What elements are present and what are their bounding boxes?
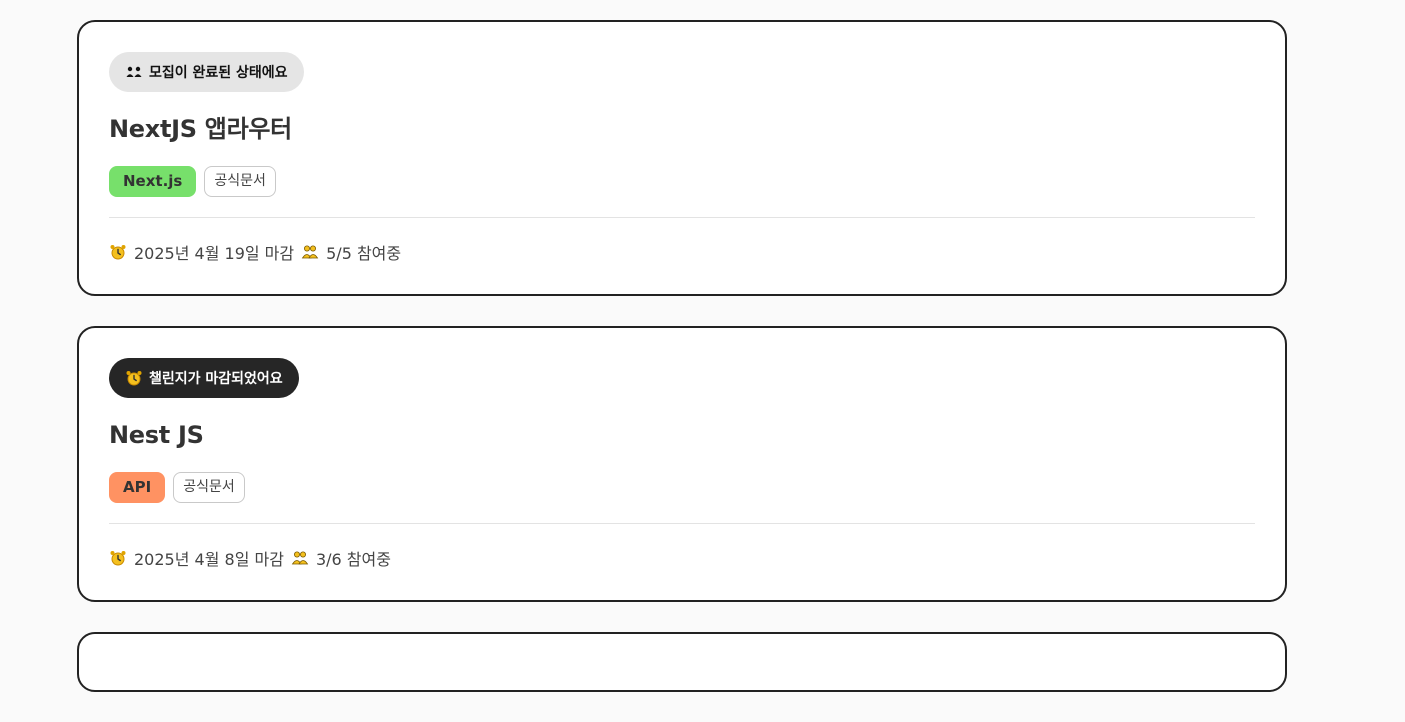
participants-text: 3/6 참여중 [315,550,391,569]
challenge-list: 모집이 완료된 상태에요 NextJS 앱라우터 Next.js 공식문서 20… [77,20,1287,722]
doc-type-tag: 공식문서 [173,472,245,503]
challenge-meta: 2025년 4월 19일 마감 5/5 참여중 [109,240,1255,264]
deadline-text: 2025년 4월 19일 마감 [134,244,295,263]
status-label: 챌린지가 마감되었어요 [149,371,283,387]
divider [109,523,1255,524]
doc-type-tag: 공식문서 [204,166,276,197]
participants-text: 5/5 참여중 [326,244,402,263]
alarm-clock-icon [109,243,127,261]
status-label: 모집이 완료된 상태에요 [149,65,288,81]
status-badge: 챌린지가 마감되었어요 [109,358,299,398]
challenge-title[interactable]: NextJS 앱라우터 [109,114,1255,144]
challenge-card[interactable]: 챌린지가 마감되었어요 Nest JS API 공식문서 2025년 4월 8일… [77,326,1287,602]
category-tag: Next.js [109,166,197,197]
alarm-clock-icon [109,549,127,567]
people-icon [125,65,143,79]
divider [109,217,1255,218]
category-tag: API [109,472,166,503]
tag-list: Next.js 공식문서 [109,166,1255,198]
deadline-text: 2025년 4월 8일 마감 [134,550,284,569]
alarm-clock-icon [125,369,143,387]
participants-icon [301,244,319,260]
status-badge: 모집이 완료된 상태에요 [109,52,304,92]
challenge-card[interactable]: 모집이 완료된 상태에요 NextJS 앱라우터 Next.js 공식문서 20… [77,20,1287,296]
challenge-meta: 2025년 4월 8일 마감 3/6 참여중 [109,546,1255,570]
participants-icon [291,550,309,566]
challenge-card[interactable] [77,632,1287,692]
tag-list: API 공식문서 [109,472,1255,504]
challenge-title[interactable]: Nest JS [109,420,1255,450]
